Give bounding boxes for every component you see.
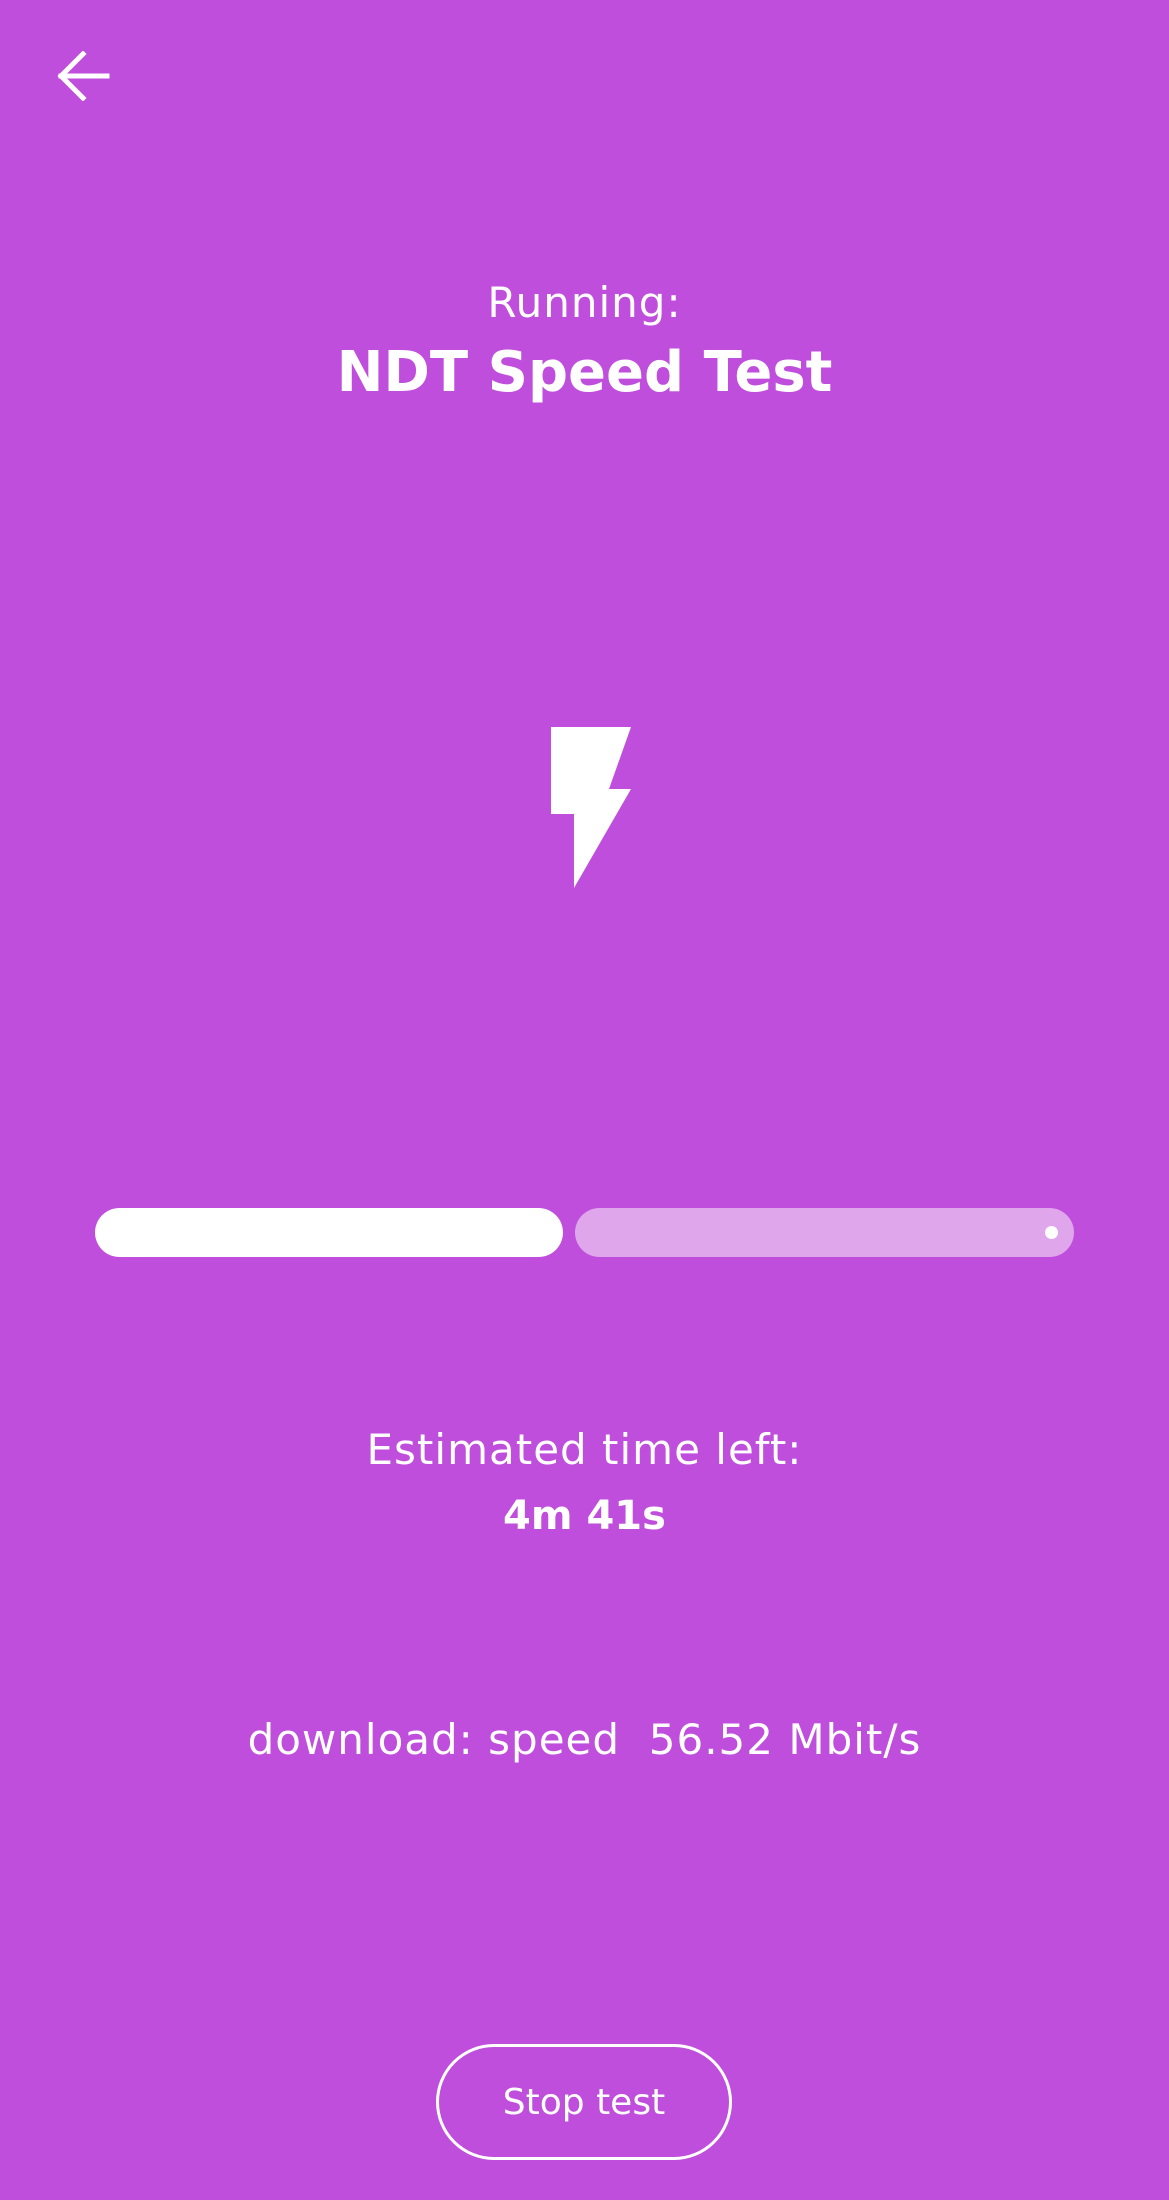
progress-segment-completed xyxy=(95,1208,563,1257)
back-button[interactable] xyxy=(50,48,118,108)
running-label: Running: xyxy=(487,278,682,327)
test-progress-bar xyxy=(95,1208,1074,1257)
progress-indicator-dot xyxy=(1045,1226,1058,1239)
test-name: NDT Speed Test xyxy=(336,340,833,405)
eta-value: 4m 41s xyxy=(503,1493,666,1539)
lightning-bolt-icon xyxy=(549,726,631,892)
eta-label: Estimated time left: xyxy=(366,1425,803,1474)
progress-segment-pending xyxy=(575,1208,1074,1257)
estimated-time: Estimated time left: 4m 41s xyxy=(0,1420,1169,1546)
stop-test-button[interactable]: Stop test xyxy=(436,2044,732,2160)
arrow-left-icon xyxy=(57,50,111,105)
test-header: Running: NDT Speed Test xyxy=(0,275,1169,411)
speed-status: download: speed 56.52 Mbit/s xyxy=(247,1715,922,1764)
